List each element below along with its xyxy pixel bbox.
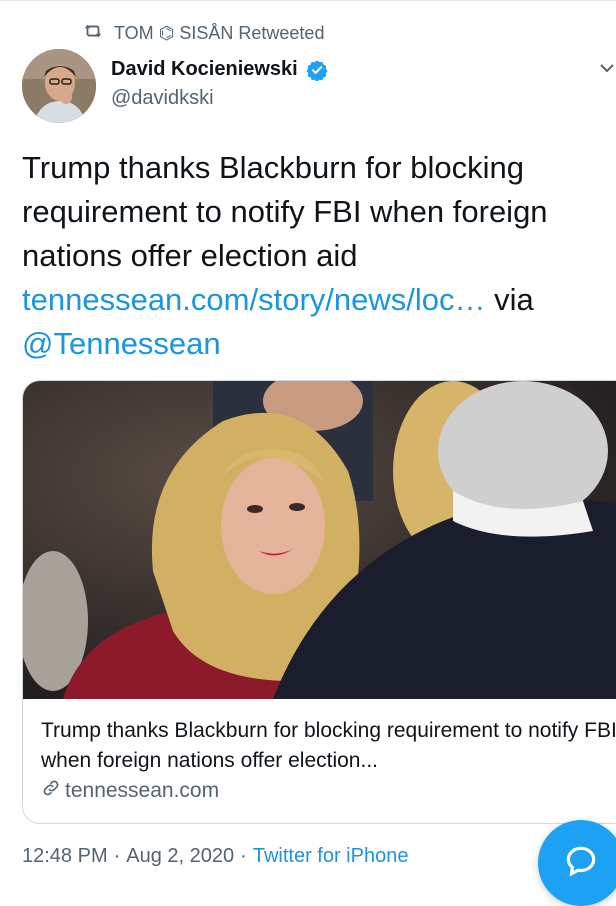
- tweet-link[interactable]: tennessean.com/story/news/loc…: [22, 282, 486, 317]
- chevron-down-icon[interactable]: [600, 60, 614, 78]
- top-divider: [0, 0, 616, 1]
- tweet-body: Trump thanks Blackburn for blocking requ…: [22, 150, 548, 273]
- card-domain[interactable]: tennessean.com: [41, 778, 219, 804]
- tweet-time: 12:48 PM: [22, 845, 108, 867]
- retweet-indicator[interactable]: TOM ⌬ SISÅN Retweeted: [82, 20, 324, 47]
- meta-separator: ·: [240, 845, 247, 867]
- author-name-row[interactable]: David Kocieniewski: [111, 58, 328, 81]
- card-domain-text: tennessean.com: [65, 779, 220, 802]
- link-preview-card[interactable]: Trump thanks Blackburn for blocking requ…: [22, 380, 616, 824]
- meta-separator: ·: [113, 845, 121, 867]
- tweet-mention[interactable]: @Tennessean: [22, 326, 221, 361]
- compose-reply-icon: [562, 842, 600, 885]
- tweet-meta: 12:48 PM · Aug 2, 2020 · Twitter for iPh…: [22, 845, 408, 868]
- tweet-date: Aug 2, 2020: [126, 845, 235, 867]
- link-icon: [41, 778, 61, 804]
- card-title[interactable]: Trump thanks Blackburn for blocking requ…: [41, 716, 616, 776]
- tweet-via: via: [485, 282, 534, 317]
- verified-badge-icon: [306, 59, 328, 81]
- reply-compose-button[interactable]: [538, 820, 616, 906]
- author-name[interactable]: David Kocieniewski: [111, 58, 298, 81]
- author-handle[interactable]: @davidkski: [111, 87, 214, 110]
- card-image[interactable]: [23, 381, 616, 699]
- avatar[interactable]: [22, 49, 96, 123]
- tweet-text: Trump thanks Blackburn for blocking requ…: [22, 146, 612, 366]
- tweet-source[interactable]: Twitter for iPhone: [253, 845, 409, 868]
- retweet-icon: [82, 20, 104, 47]
- retweet-text: TOM ⌬ SISÅN Retweeted: [114, 23, 325, 43]
